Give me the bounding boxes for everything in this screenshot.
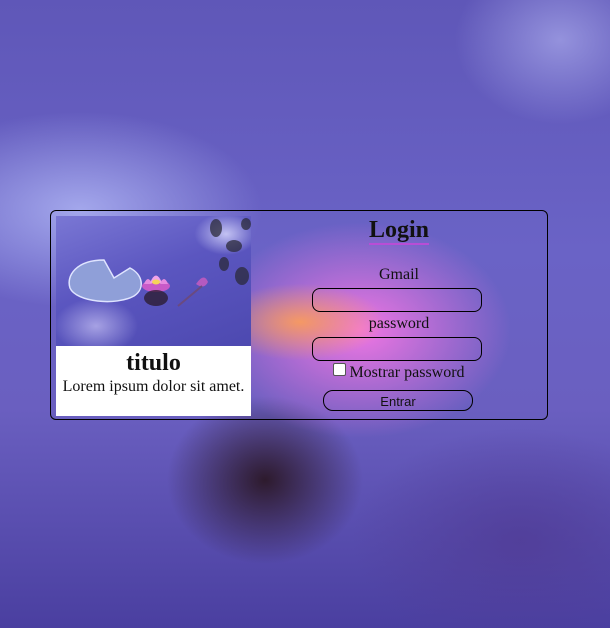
show-password-label[interactable]: Mostrar password <box>349 364 464 381</box>
form-title: Login <box>261 216 537 245</box>
water-lily-image <box>56 216 251 346</box>
form-title-text: Login <box>368 217 430 245</box>
card-title: titulo <box>126 350 181 376</box>
show-password-row: Mostrar password <box>261 363 537 383</box>
info-card: titulo Lorem ipsum dolor sit amet. <box>56 216 251 416</box>
login-form: Login Gmail password Mostrar password En… <box>261 211 537 419</box>
foliage-shape <box>210 218 251 285</box>
login-card: titulo Lorem ipsum dolor sit amet. Login… <box>50 210 548 420</box>
email-field[interactable] <box>312 288 482 312</box>
submit-button[interactable]: Entrar <box>323 390 473 411</box>
password-field[interactable] <box>312 337 482 361</box>
card-description: Lorem ipsum dolor sit amet. <box>62 378 245 395</box>
info-card-body: titulo Lorem ipsum dolor sit amet. <box>56 346 251 416</box>
water-lily-illustration <box>68 218 251 307</box>
email-label: Gmail <box>379 266 419 283</box>
password-label: password <box>368 315 430 332</box>
lily-pad-shape <box>68 259 142 303</box>
lotus-flower-shape <box>142 275 170 306</box>
lotus-bud-shape <box>196 277 208 287</box>
show-password-checkbox[interactable] <box>333 363 347 376</box>
